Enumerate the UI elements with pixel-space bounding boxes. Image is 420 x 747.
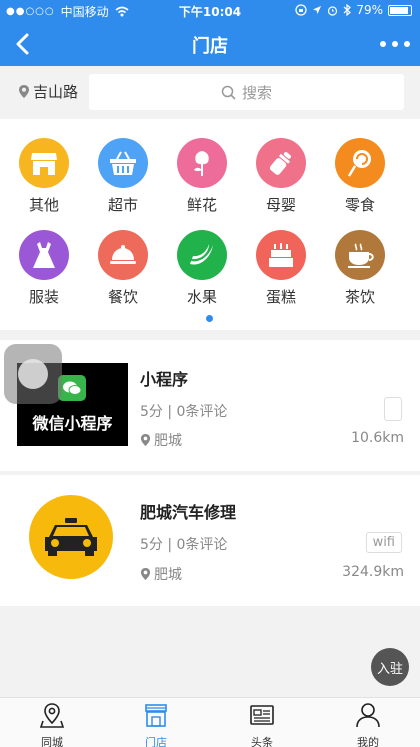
basket-icon: [98, 138, 148, 188]
navigation-bar: 门店: [0, 22, 420, 66]
search-row: 吉山路 搜索: [0, 66, 420, 118]
tea-cup-icon: [335, 230, 385, 280]
store-rating: 5分 | 0条评论: [140, 537, 228, 553]
car-icon: [29, 495, 113, 579]
location-label: 吉山路: [33, 83, 79, 101]
cake-icon: [256, 230, 306, 280]
wechat-icon: [58, 375, 86, 401]
battery-icon: [388, 4, 412, 16]
page-indicator-dot: [206, 315, 213, 322]
location-pin-icon: [140, 568, 151, 580]
orientation-lock-icon: [295, 4, 307, 16]
category-tea[interactable]: 茶饮: [324, 230, 396, 307]
assistive-touch-button[interactable]: [4, 344, 62, 404]
category-fruit[interactable]: 水果: [166, 230, 238, 307]
category-other[interactable]: 其他: [8, 138, 80, 215]
location-selector[interactable]: 吉山路: [18, 81, 78, 102]
store-tag: [384, 397, 402, 421]
more-dots-icon: [380, 41, 386, 47]
flower-icon: [177, 138, 227, 188]
news-icon: [250, 705, 274, 725]
page-title: 门店: [192, 36, 228, 57]
join-button[interactable]: 入驻: [371, 648, 409, 686]
search-icon: [221, 85, 236, 100]
location-pin-icon: [19, 85, 29, 98]
status-bar: ●●○○○ 中国移动 下午10:04 79%: [0, 0, 420, 22]
category-grid: 其他 超市 鲜花 母婴 零食 服装 餐饮 水果 蛋糕 茶饮: [0, 119, 420, 330]
bluetooth-icon: [343, 4, 352, 16]
category-dining[interactable]: 餐饮: [87, 230, 159, 307]
search-placeholder: 搜索: [241, 83, 272, 102]
category-snacks[interactable]: 零食: [324, 138, 396, 215]
store-card-miniprogram[interactable]: 微信小程序 小程序 5分 | 0条评论 肥城 10.6km: [0, 340, 420, 471]
banana-icon: [177, 230, 227, 280]
category-mother-baby[interactable]: 母婴: [245, 138, 317, 215]
location-pin-icon: [140, 434, 151, 446]
store-name: 肥城汽车修理: [140, 503, 237, 522]
dress-icon: [19, 230, 69, 280]
more-menu-button[interactable]: [380, 34, 410, 54]
tab-headlines[interactable]: 头条: [227, 702, 297, 747]
search-input[interactable]: 搜索: [89, 74, 404, 110]
lollipop-icon: [335, 138, 385, 188]
category-flowers[interactable]: 鲜花: [166, 138, 238, 215]
user-icon: [356, 703, 380, 728]
shop-icon: [19, 138, 69, 188]
category-supermarket[interactable]: 超市: [87, 138, 159, 215]
tab-mine[interactable]: 我的: [333, 702, 403, 747]
category-cake[interactable]: 蛋糕: [245, 230, 317, 307]
location-arrow-icon: [313, 6, 322, 14]
store-distance: 324.9km: [342, 564, 404, 580]
tab-city[interactable]: 同城: [17, 702, 87, 747]
store-location: 肥城: [154, 433, 182, 449]
bottom-tab-bar: 同城 门店 头条 我的: [0, 697, 420, 747]
store-rating: 5分 | 0条评论: [140, 404, 228, 420]
store-name: 小程序: [140, 370, 189, 389]
category-clothing[interactable]: 服装: [8, 230, 80, 307]
map-pin-icon: [39, 703, 65, 728]
dish-cover-icon: [98, 230, 148, 280]
store-card-car-repair[interactable]: 肥城汽车修理 5分 | 0条评论 wifi 肥城 324.9km: [0, 475, 420, 606]
tab-stores[interactable]: 门店: [121, 702, 191, 747]
alarm-icon: [328, 5, 338, 16]
baby-bottle-icon: [256, 138, 306, 188]
store-front-icon: [145, 704, 167, 727]
store-distance: 10.6km: [351, 430, 404, 446]
battery-percent: 79%: [356, 3, 383, 17]
wifi-tag: wifi: [365, 532, 402, 553]
store-location: 肥城: [154, 567, 182, 583]
